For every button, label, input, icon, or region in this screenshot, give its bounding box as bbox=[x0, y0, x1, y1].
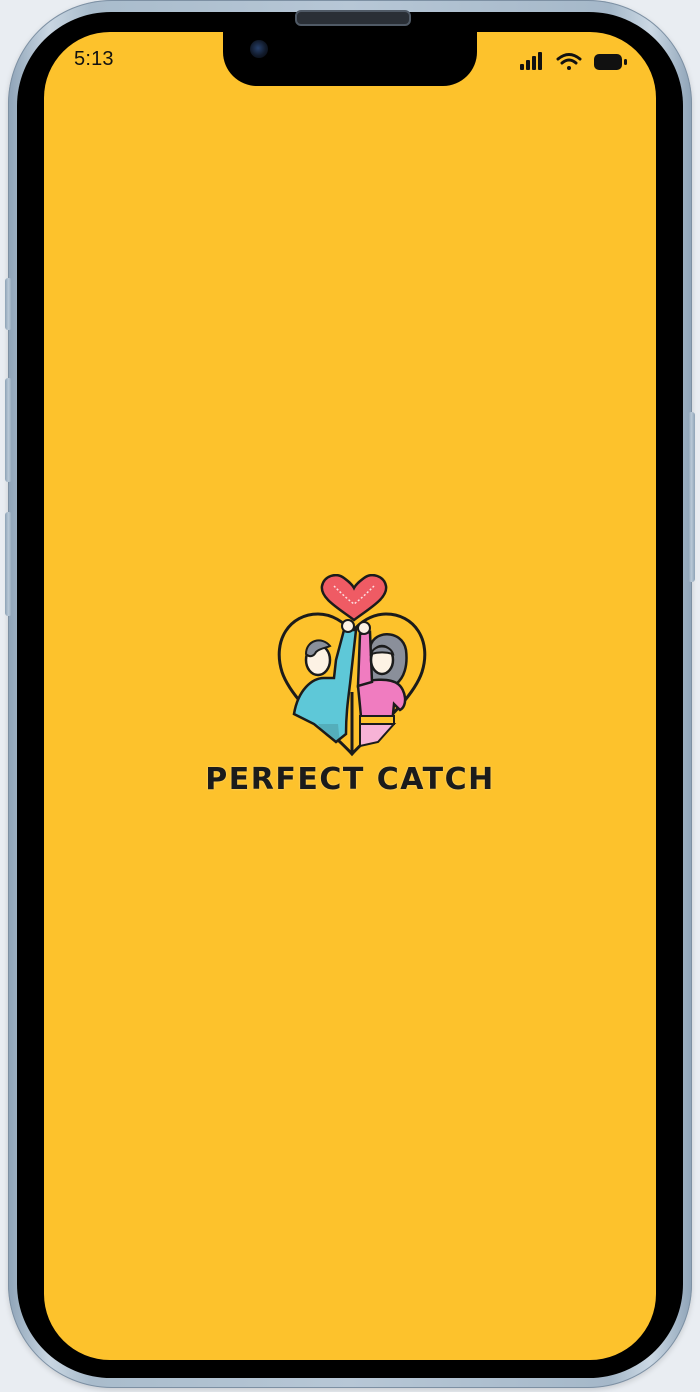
status-icons bbox=[520, 52, 627, 70]
device-stage: 5:13 PERFECT CATCH bbox=[0, 0, 700, 1392]
action-button bbox=[5, 278, 12, 330]
volume-down-button bbox=[5, 512, 12, 616]
front-camera bbox=[250, 40, 268, 58]
earpiece-speaker bbox=[295, 10, 411, 26]
wifi-icon bbox=[556, 53, 582, 70]
cellular-signal-icon bbox=[520, 52, 542, 70]
couple-heart-logo-icon bbox=[277, 574, 427, 757]
status-time: 5:13 bbox=[74, 48, 114, 70]
app-name: PERFECT CATCH bbox=[205, 762, 495, 797]
volume-up-button bbox=[5, 378, 12, 482]
battery-icon bbox=[594, 54, 627, 70]
power-button bbox=[688, 412, 695, 582]
